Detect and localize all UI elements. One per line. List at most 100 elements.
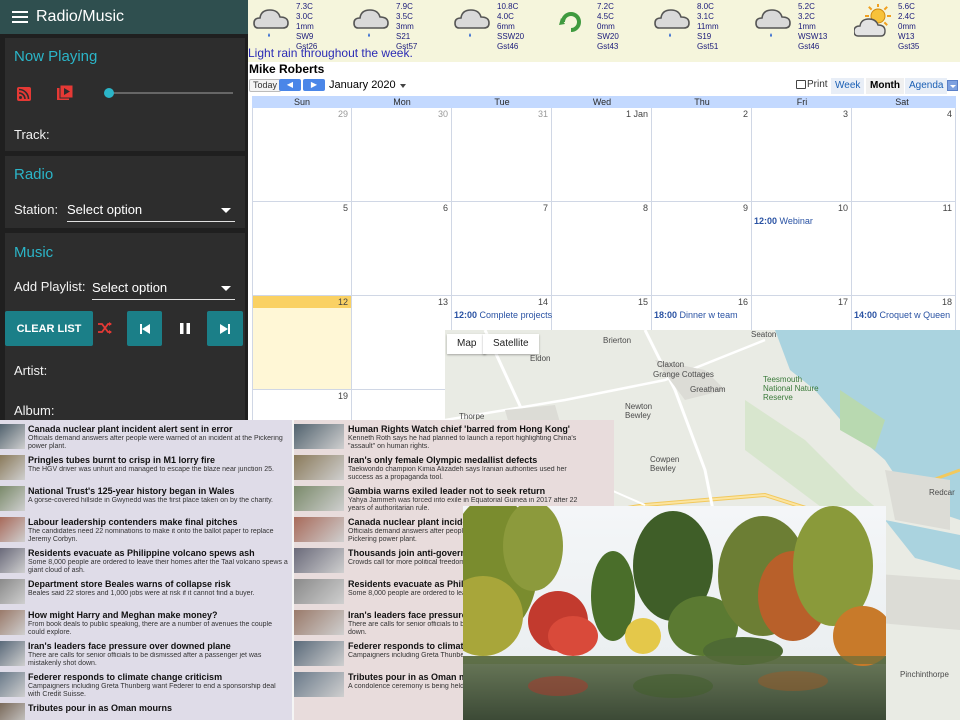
calendar-day[interactable]: 29 [252,108,352,202]
month-dropdown-icon[interactable] [400,84,406,88]
rss-icon[interactable] [17,87,31,101]
news-thumbnail[interactable] [294,486,344,511]
today-button[interactable]: Today [249,79,282,92]
news-item[interactable]: Department store Beales warns of collaps… [0,577,292,609]
news-thumbnail[interactable] [294,548,344,573]
event-title: Complete projects [479,310,553,320]
news-thumbnail[interactable] [0,486,25,511]
calendar-day[interactable]: 6 [352,202,452,296]
shuffle-icon[interactable] [98,322,112,334]
next-track-button[interactable] [207,311,243,346]
view-tab-week[interactable]: Week [831,78,865,94]
calendar-day[interactable]: 2 [652,108,752,202]
calendar-day[interactable]: 12 [252,296,352,390]
map-view-tab[interactable]: Map [447,334,487,354]
calendar-event[interactable]: 12:00 Webinar [754,216,813,226]
news-headline[interactable]: Residents evacuate as Philipp [348,579,477,589]
news-headline[interactable]: Residents evacuate as Philippine volcano… [28,548,255,558]
news-item[interactable]: Pringles tubes burnt to crisp in M1 lorr… [0,453,292,485]
pause-button[interactable] [167,311,202,346]
news-headline[interactable]: Iran's only female Olympic medallist def… [348,455,537,465]
calendar-day[interactable]: 7 [452,202,552,296]
news-headline[interactable]: Iran's leaders face pressure over downed… [28,641,231,651]
news-thumbnail[interactable] [294,579,344,604]
calendar-day[interactable]: 11 [852,202,956,296]
news-headline[interactable]: Federer responds to climate c [348,641,476,651]
news-headline[interactable]: Iran's leaders face pressure ov [348,610,480,620]
playlist-select[interactable]: Select option [92,276,235,300]
calendar-day[interactable]: 5 [252,202,352,296]
calendar-day[interactable]: 8 [552,202,652,296]
progress-handle[interactable] [104,88,114,98]
print-button[interactable]: Print [796,79,828,90]
prev-month-button[interactable]: ◀ [279,79,301,91]
news-thumbnail[interactable] [0,672,25,697]
calendar-event[interactable]: 18:00 Dinner w team [654,310,738,320]
day-number: 8 [642,203,648,213]
news-headline[interactable]: Tributes pour in as Oman mourns [28,703,172,713]
news-thumbnail[interactable] [0,703,25,720]
calendar-event[interactable]: 14:00 Croquet w Queen [854,310,950,320]
news-item[interactable]: How might Harry and Meghan make money? Fr… [0,608,292,640]
view-tab-agenda[interactable]: Agenda [905,78,948,94]
news-headline[interactable]: Canada nuclear plant incident alert sent… [28,424,233,434]
news-thumbnail[interactable] [0,455,25,480]
calendar-day[interactable]: 1 Jan [552,108,652,202]
news-thumbnail[interactable] [0,610,25,635]
calendar-day[interactable]: 3 [752,108,852,202]
news-headline[interactable]: Department store Beales warns of collaps… [28,579,231,589]
hamburger-menu-icon[interactable] [12,8,28,26]
calendar-day[interactable] [352,390,452,422]
news-headline[interactable]: How might Harry and Meghan make money? [28,610,218,620]
news-item[interactable]: Iran's leaders face pressure over downed… [0,639,292,671]
news-thumbnail[interactable] [0,579,25,604]
progress-slider[interactable] [104,88,233,98]
news-item[interactable]: National Trust's 125-year history began … [0,484,292,516]
news-headline[interactable]: National Trust's 125-year history began … [28,486,234,496]
next-month-button[interactable]: ▶ [303,79,325,91]
news-headline[interactable]: Pringles tubes burnt to crisp in M1 lorr… [28,455,215,465]
calendar-day[interactable]: 30 [352,108,452,202]
news-item[interactable]: Canada nuclear plant incident alert sent… [0,422,292,454]
news-headline[interactable]: Tributes pour in as Oman mo [348,672,473,682]
calendar-day[interactable]: 19 [252,390,352,422]
news-item[interactable]: Labour leadership contenders make final … [0,515,292,547]
view-tab-month[interactable]: Month [866,78,904,94]
satellite-view-tab[interactable]: Satellite [483,334,539,354]
station-label: Station: [14,202,59,217]
news-headline[interactable]: Gambia warns exiled leader not to seek r… [348,486,545,496]
news-thumbnail[interactable] [0,424,25,449]
news-headline[interactable]: Canada nuclear plant incident [348,517,476,527]
calendar-day[interactable]: 13 [352,296,452,390]
music-heading: Music [14,244,54,261]
news-headline[interactable]: Human Rights Watch chief 'barred from Ho… [348,424,570,434]
calendar-day[interactable]: 31 [452,108,552,202]
station-select[interactable]: Select option [67,198,235,222]
news-thumbnail[interactable] [0,548,25,573]
playlist-play-icon[interactable] [57,85,73,101]
calendar-event[interactable]: 12:00 Complete projects [454,310,552,320]
calendar-day[interactable]: 9 [652,202,752,296]
clear-list-button[interactable]: CLEAR LIST [5,311,93,346]
news-item[interactable]: Federer responds to climate change criti… [0,670,292,702]
rain-cloud-icon [755,9,791,37]
calendar-day[interactable]: 4 [852,108,956,202]
news-thumbnail[interactable] [294,517,344,542]
news-headline[interactable]: Labour leadership contenders make final … [28,517,238,527]
news-summary: From book deals to public speaking, ther… [28,621,272,636]
news-item[interactable]: Tributes pour in as Oman mourns [0,701,292,720]
news-thumbnail[interactable] [294,455,344,480]
news-thumbnail[interactable] [294,641,344,666]
news-headline[interactable]: Federer responds to climate change criti… [28,672,222,682]
news-thumbnail[interactable] [294,610,344,635]
news-item[interactable]: Residents evacuate as Philippine volcano… [0,546,292,578]
previous-track-button[interactable] [127,311,162,346]
news-thumbnail[interactable] [294,424,344,449]
news-thumbnail[interactable] [0,517,25,542]
news-thumbnail[interactable] [0,641,25,666]
day-number: 18 [941,297,952,307]
news-item[interactable]: Human Rights Watch chief 'barred from Ho… [294,422,614,454]
views-dropdown-button[interactable] [947,80,958,91]
news-thumbnail[interactable] [294,672,344,697]
news-item[interactable]: Iran's only female Olympic medallist def… [294,453,614,485]
